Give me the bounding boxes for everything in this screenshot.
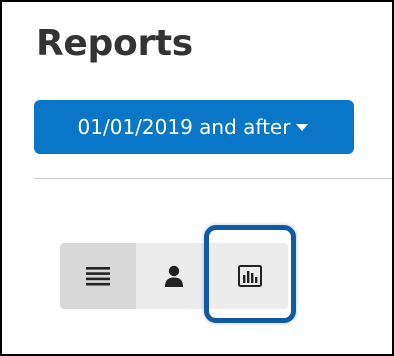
view-toggle-group <box>60 243 288 309</box>
user-icon <box>164 265 184 287</box>
user-view-button[interactable] <box>136 243 212 309</box>
date-filter-label: 01/01/2019 and after <box>77 115 291 139</box>
screenshot-frame: Reports 01/01/2019 and after <box>0 0 394 356</box>
chart-view-button[interactable] <box>212 243 288 309</box>
section-divider <box>34 178 392 179</box>
date-filter-dropdown[interactable]: 01/01/2019 and after <box>34 100 354 154</box>
bar-chart-icon <box>238 265 262 287</box>
list-icon <box>86 266 110 286</box>
caret-down-icon <box>296 124 309 131</box>
list-view-button[interactable] <box>60 243 136 309</box>
page-title: Reports <box>36 23 193 64</box>
